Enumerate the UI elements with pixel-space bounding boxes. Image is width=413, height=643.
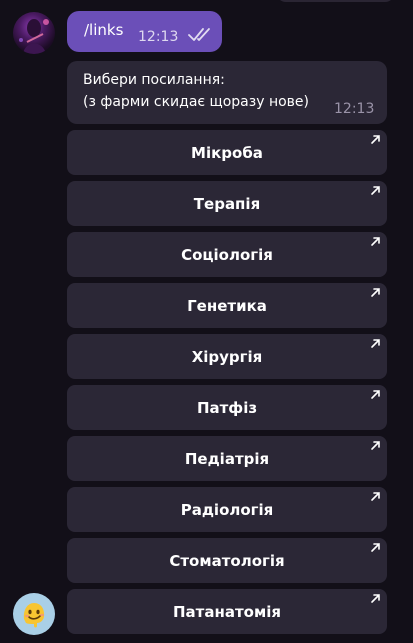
inline-button-label: Радіологія (180, 501, 274, 519)
external-link-arrow-icon (371, 492, 380, 501)
outgoing-message-time: 12:13 (138, 29, 179, 45)
bot-avatar[interactable] (13, 593, 55, 635)
inline-button-label: Мікроба (191, 144, 263, 162)
inline-button-pediatriya[interactable]: Педіатрія (67, 436, 387, 481)
external-link-arrow-icon (371, 441, 380, 450)
outgoing-message-bubble[interactable]: /links 12:13 (67, 11, 222, 52)
incoming-message-line-2: (з фарми скидає щоразу нове) (83, 94, 309, 110)
incoming-message-bubble[interactable]: Вибери посилання: (з фарми скидає щоразу… (67, 61, 387, 124)
inline-button-label: Терапія (193, 195, 261, 213)
melting-face-emoji-icon (23, 603, 45, 628)
outgoing-message-text: /links (84, 21, 124, 39)
external-link-arrow-icon (371, 594, 380, 603)
incoming-message-time: 12:13 (334, 101, 375, 117)
external-link-arrow-icon (371, 135, 380, 144)
inline-button-sotsiolohiya[interactable]: Соціологія (67, 232, 387, 277)
inline-button-label: Соціологія (181, 246, 273, 264)
inline-button-label: Патфіз (196, 399, 258, 417)
inline-button-patanatomiya[interactable]: Патанатомія (67, 589, 387, 634)
inline-button-patfiz[interactable]: Патфіз (67, 385, 387, 430)
incoming-message-line-1: Вибери посилання: (83, 72, 225, 88)
double-check-icon (188, 28, 210, 41)
inline-button-khirurhiya[interactable]: Хірургія (67, 334, 387, 379)
inline-button-henetyka[interactable]: Генетика (67, 283, 387, 328)
inline-button-mikroba[interactable]: Мікроба (67, 130, 387, 175)
previous-message-edge (276, 0, 395, 2)
external-link-arrow-icon (371, 186, 380, 195)
external-link-arrow-icon (371, 288, 380, 297)
avatar-photo-icon (19, 19, 49, 54)
user-avatar[interactable] (13, 12, 55, 54)
inline-button-terapiya[interactable]: Терапія (67, 181, 387, 226)
external-link-arrow-icon (371, 390, 380, 399)
external-link-arrow-icon (371, 339, 380, 348)
inline-button-label: Патанатомія (172, 603, 281, 621)
inline-button-label: Генетика (187, 297, 267, 315)
inline-button-radiolohiya[interactable]: Радіологія (67, 487, 387, 532)
inline-button-label: Педіатрія (184, 450, 270, 468)
inline-button-stomatolohiya[interactable]: Стоматологія (67, 538, 387, 583)
external-link-arrow-icon (371, 237, 380, 246)
inline-button-label: Стоматологія (169, 552, 285, 570)
inline-button-label: Хірургія (191, 348, 263, 366)
external-link-arrow-icon (371, 543, 380, 552)
